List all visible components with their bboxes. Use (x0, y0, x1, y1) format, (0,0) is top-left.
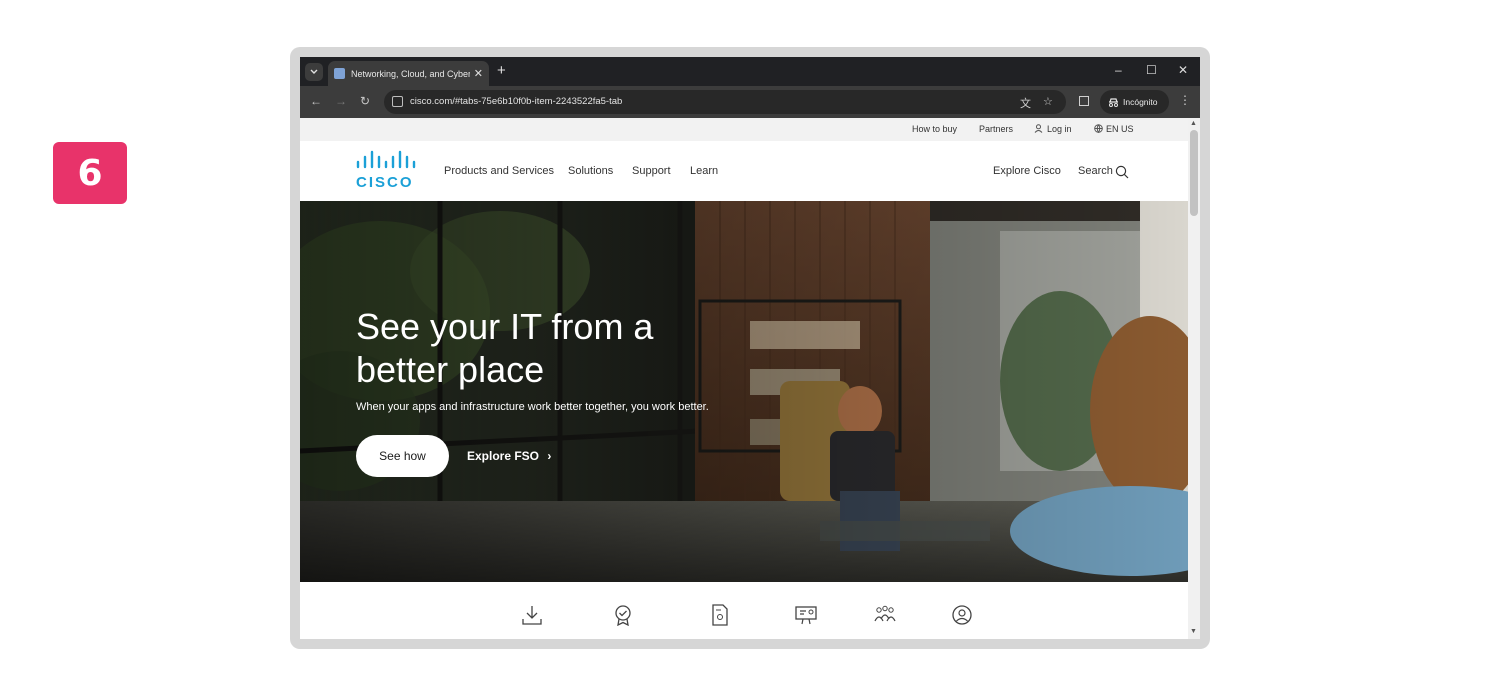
document-icon[interactable] (709, 604, 731, 626)
user-icon (1034, 124, 1043, 135)
browser-toolbar: ← → ↻ cisco.com/#tabs-75e6b10f0b-item-22… (300, 86, 1200, 118)
bookmark-star-icon[interactable]: ☆ (1043, 95, 1053, 108)
browser-tab[interactable]: Networking, Cloud, and Cybersecurity ✕ (328, 61, 489, 86)
incognito-icon (1109, 97, 1118, 107)
hero-background-image (300, 201, 1188, 582)
explore-fso-link[interactable]: Explore FSO › (467, 449, 551, 463)
search-link[interactable]: Search (1078, 165, 1113, 177)
url-text[interactable]: cisco.com/#tabs-75e6b10f0b-item-2243522f… (410, 96, 622, 107)
back-button[interactable]: ← (310, 94, 322, 108)
cisco-logo[interactable]: CISCO (354, 150, 424, 191)
translate-icon[interactable]: 文 (1020, 95, 1031, 111)
account-icon[interactable] (951, 604, 973, 626)
incognito-label: Incógnito (1123, 97, 1158, 107)
tab-search-button[interactable] (305, 63, 323, 81)
minimize-button[interactable]: – (1115, 63, 1122, 77)
browser-window: Networking, Cloud, and Cybersecurity ✕ +… (300, 57, 1200, 639)
side-panel-icon[interactable] (1079, 96, 1089, 106)
page-viewport: How to buy Partners Log in EN US CISCO P… (300, 118, 1200, 639)
chevron-down-icon (310, 69, 318, 74)
main-navigation: CISCO Products and Services Solutions Su… (300, 141, 1188, 201)
chevron-right-icon: › (547, 449, 552, 463)
certification-icon[interactable] (612, 604, 634, 626)
favicon-icon (334, 68, 345, 79)
explore-cisco-link[interactable]: Explore Cisco (993, 165, 1061, 177)
cisco-wordmark: CISCO (356, 174, 414, 191)
community-icon[interactable] (873, 604, 897, 626)
utility-bar: How to buy Partners Log in EN US (300, 118, 1188, 141)
see-how-button[interactable]: See how (356, 435, 449, 477)
hero-subheadline: When your apps and infrastructure work b… (356, 401, 709, 413)
how-to-buy-link[interactable]: How to buy (912, 124, 957, 134)
step-badge: 6 (53, 142, 127, 204)
download-icon[interactable] (521, 604, 543, 626)
scroll-up-icon[interactable]: ▲ (1190, 120, 1197, 127)
browser-menu-icon[interactable]: ⋮ (1179, 93, 1191, 107)
tab-strip: Networking, Cloud, and Cybersecurity ✕ +… (300, 57, 1200, 86)
scroll-down-icon[interactable]: ▼ (1190, 628, 1197, 635)
search-icon[interactable] (1115, 165, 1129, 179)
site-info-icon[interactable] (392, 96, 403, 107)
address-bar[interactable]: cisco.com/#tabs-75e6b10f0b-item-2243522f… (384, 90, 1066, 114)
globe-icon (1094, 124, 1103, 135)
maximize-button[interactable]: ☐ (1146, 63, 1157, 77)
cisco-bars-icon (356, 150, 416, 169)
tab-close-icon[interactable]: ✕ (474, 67, 483, 80)
partners-link[interactable]: Partners (979, 124, 1013, 134)
language-selector[interactable]: EN US (1106, 124, 1134, 134)
new-tab-button[interactable]: + (497, 62, 506, 79)
log-in-link[interactable]: Log in (1047, 124, 1072, 134)
explore-fso-label: Explore FSO (467, 449, 540, 463)
page-scrollbar[interactable]: ▲ ▼ (1188, 118, 1200, 639)
training-icon[interactable] (794, 604, 818, 626)
forward-button[interactable]: → (335, 94, 347, 108)
nav-solutions[interactable]: Solutions (568, 165, 613, 177)
reload-button[interactable]: ↻ (360, 94, 370, 108)
nav-support[interactable]: Support (632, 165, 671, 177)
close-window-button[interactable]: ✕ (1178, 63, 1188, 77)
hero-headline: See your IT from a better place (356, 306, 654, 390)
scroll-thumb[interactable] (1190, 130, 1198, 216)
nav-products-and-services[interactable]: Products and Services (444, 165, 554, 177)
tab-title: Networking, Cloud, and Cybersecurity (351, 68, 470, 79)
nav-learn[interactable]: Learn (690, 165, 718, 177)
hero-banner: See your IT from a better place When you… (300, 201, 1188, 582)
incognito-indicator[interactable]: Incógnito (1100, 90, 1169, 114)
